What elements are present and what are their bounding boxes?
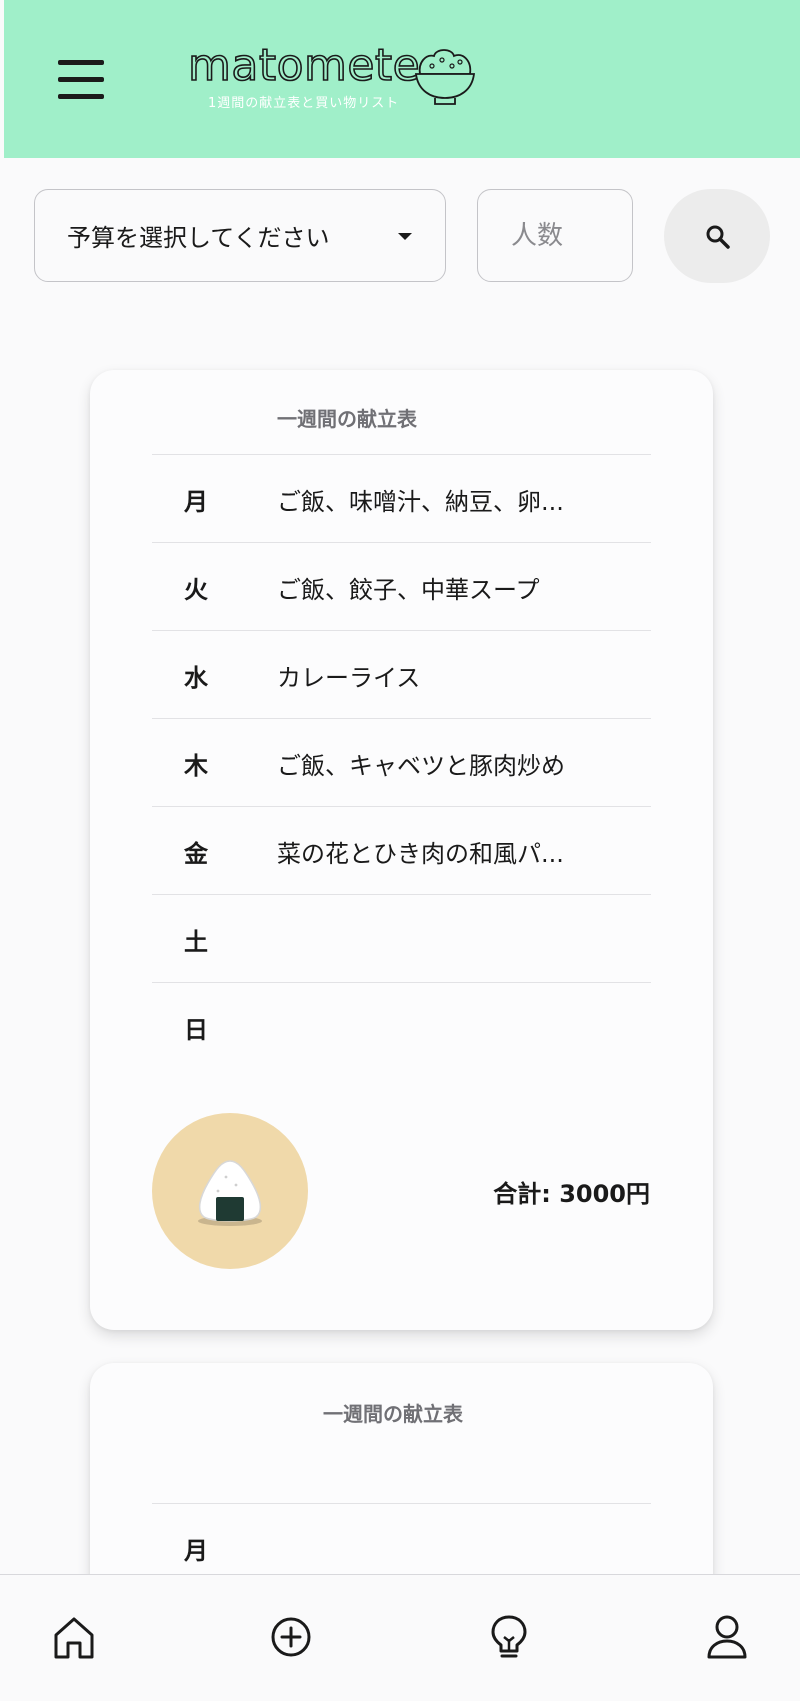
budget-select-label: 予算を選択してください [67,224,330,252]
day-label: 月 [184,488,208,516]
total-price: 合計: 3000円 [493,1180,650,1208]
user-icon [707,1615,747,1659]
budget-select[interactable]: 予算を選択してください [34,189,446,282]
meal-text: ご飯、味噌汁、納豆、卵... [277,488,564,516]
day-label: 水 [184,664,208,692]
menu-row-sat[interactable]: 土 [152,894,651,982]
caret-down-icon [398,233,412,240]
meal-text: ご飯、キャベツと豚肉炒め [277,752,565,780]
onigiri-avatar [152,1113,308,1269]
day-label: 金 [184,840,208,868]
hamburger-menu-icon[interactable] [58,58,108,102]
logo-tagline: 1週間の献立表と買い物リスト [208,96,400,111]
day-label: 木 [184,752,208,780]
day-label: 土 [184,928,208,956]
menu-row-wed[interactable]: 水 カレーライス [152,630,651,718]
menu-row-tue[interactable]: 火 ご飯、餃子、中華スープ [152,542,651,630]
search-icon [706,225,730,249]
home-icon [54,1617,94,1659]
meal-text: カレーライス [277,664,421,692]
weekly-menu-card[interactable]: 一週間の献立表 月 ご飯、味噌汁、納豆、卵... 火 ご飯、餃子、中華スープ 水… [90,370,713,1330]
menu-row-sun[interactable]: 日 [152,982,651,1070]
menu-row-thu[interactable]: 木 ご飯、キャベツと豚肉炒め [152,718,651,806]
menu-row-mon[interactable]: 月 ご飯、味噌汁、納豆、卵... [152,454,651,542]
app-header: matomete 1週間の献立表と買い物リスト [4,0,800,158]
rice-bowl-icon [414,49,476,105]
bottom-navigation [0,1574,800,1701]
app-logo[interactable]: matomete 1週間の献立表と買い物リスト [187,40,421,111]
search-button[interactable] [664,189,770,283]
card-title: 一週間の献立表 [323,1402,463,1426]
lightbulb-icon [491,1615,527,1658]
people-count-input[interactable] [477,189,633,282]
day-label: 月 [184,1537,208,1565]
meal-text: 菜の花とひき肉の和風パ... [277,840,564,868]
plus-circle-icon [271,1617,311,1657]
card-title: 一週間の献立表 [277,407,417,431]
logo-text: matomete [187,40,421,91]
menu-table: 月 ご飯、味噌汁、納豆、卵... 火 ご飯、餃子、中華スープ 水 カレーライス … [152,454,651,1070]
menu-row-fri[interactable]: 金 菜の花とひき肉の和風パ... [152,806,651,894]
nav-home[interactable] [50,1613,98,1663]
day-label: 火 [184,576,208,604]
nav-add[interactable] [267,1613,315,1663]
meal-text: ご飯、餃子、中華スープ [277,576,540,604]
onigiri-icon [198,1160,262,1226]
nav-profile[interactable] [703,1613,751,1663]
day-label: 日 [184,1016,208,1044]
nav-tips[interactable] [485,1613,533,1663]
